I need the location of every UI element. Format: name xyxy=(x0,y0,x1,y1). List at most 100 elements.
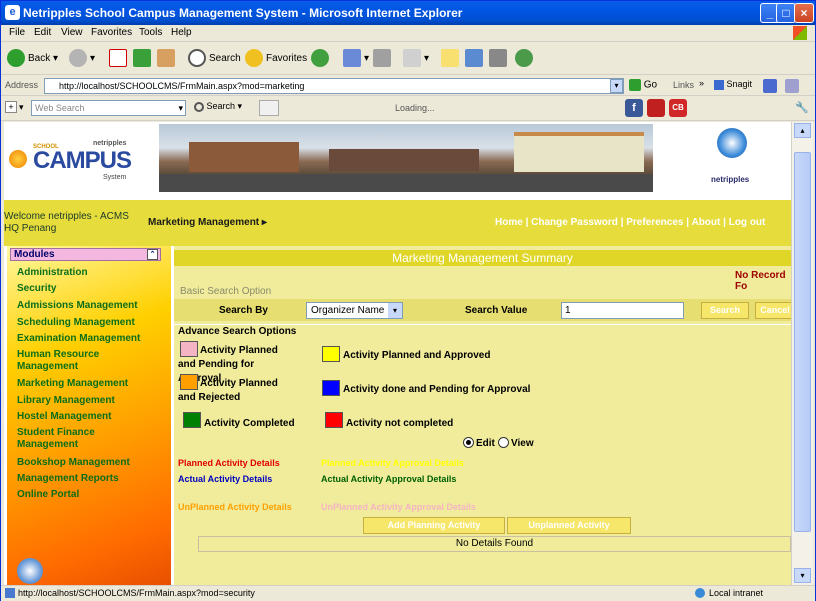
unplanned-activity-button[interactable]: Unplanned Activity xyxy=(507,517,631,534)
sidebar-item-marketing[interactable]: Marketing Management xyxy=(17,378,128,390)
collapse-icon[interactable]: ⌃ xyxy=(147,249,158,260)
sidebar-item-library[interactable]: Library Management xyxy=(17,395,115,407)
edit-button[interactable]: ▾ xyxy=(403,49,429,69)
research-button[interactable] xyxy=(465,49,486,69)
search-button[interactable]: Search xyxy=(701,302,749,319)
search-button[interactable]: Search xyxy=(188,49,241,69)
chevron-right-icon[interactable]: » xyxy=(699,78,704,88)
campus-logo: SCHOOL netripples CAMPUS System xyxy=(7,140,147,184)
facebook-icon[interactable]: f xyxy=(625,99,643,117)
actual-details-link[interactable]: Actual Activity Details xyxy=(178,474,272,484)
nav-logout[interactable]: Log out xyxy=(729,217,766,228)
address-dropdown-button[interactable]: ▾ xyxy=(610,79,623,93)
current-module: Marketing Management ▸ xyxy=(148,217,267,228)
home-button[interactable] xyxy=(157,49,178,69)
scroll-up-icon[interactable]: ▴ xyxy=(794,123,811,138)
add-planning-activity-button[interactable]: Add Planning Activity xyxy=(363,517,505,534)
web-search-button[interactable]: Search ▾ xyxy=(194,101,242,112)
sidebar-item-bookshop[interactable]: Bookshop Management xyxy=(17,457,130,469)
no-details-row: No Details Found xyxy=(198,536,791,552)
sidebar-item-admissions[interactable]: Admissions Management xyxy=(17,300,138,312)
address-bar: Address http://localhost/SCHOOLCMS/FrmMa… xyxy=(1,76,815,96)
legend-yellow-swatch xyxy=(322,346,340,362)
history-button[interactable] xyxy=(311,49,332,69)
edit-radio[interactable] xyxy=(463,437,474,448)
highlight-icon[interactable] xyxy=(259,100,279,116)
go-button[interactable]: Go xyxy=(629,79,657,91)
search-value-input[interactable]: 1 xyxy=(561,302,684,319)
capture-icon[interactable] xyxy=(763,79,777,93)
address-input[interactable]: http://localhost/SCHOOLCMS/FrmMain.aspx?… xyxy=(44,78,624,94)
modules-sidebar: Modules ⌃ Administration Security Admissi… xyxy=(7,246,171,585)
links-label[interactable]: Links xyxy=(673,80,694,90)
toolbar-dropdown-icon[interactable]: ▾ xyxy=(19,102,24,113)
nav-home[interactable]: Home xyxy=(495,217,523,228)
actual-approval-link[interactable]: Actual Activity Approval Details xyxy=(321,474,456,484)
sidebar-item-reports[interactable]: Management Reports xyxy=(17,473,119,485)
menu-tools[interactable]: Tools xyxy=(139,27,162,38)
people-button[interactable] xyxy=(515,49,536,69)
legend-green-swatch xyxy=(183,412,201,428)
window-title: Netripples School Campus Management Syst… xyxy=(23,6,463,20)
sidebar-item-human-resource[interactable]: Human Resource Management xyxy=(17,349,127,373)
stop-button[interactable] xyxy=(109,49,130,69)
forward-arrow-icon xyxy=(69,49,87,68)
planned-details-link[interactable]: Planned Activity Details xyxy=(178,458,280,468)
globe-icon xyxy=(717,128,747,158)
forward-button[interactable]: ▾ xyxy=(69,49,95,69)
people-icon xyxy=(515,49,533,68)
sidebar-item-examination[interactable]: Examination Management xyxy=(17,333,140,345)
messenger-button[interactable] xyxy=(489,49,510,69)
expand-icon[interactable]: + xyxy=(5,101,17,113)
loading-text: Loading... xyxy=(395,103,435,113)
sidebar-item-online-portal[interactable]: Online Portal xyxy=(17,489,79,501)
close-button[interactable]: × xyxy=(794,3,814,23)
web-search-input[interactable]: Web Search ▾ xyxy=(31,100,186,116)
legend-done-pending: Activity done and Pending for Approval xyxy=(343,384,531,395)
nav-change-password[interactable]: Change Password xyxy=(531,217,618,228)
print-button[interactable] xyxy=(373,49,394,69)
address-label: Address xyxy=(5,80,39,90)
sidebar-item-scheduling[interactable]: Scheduling Management xyxy=(17,317,135,329)
research-icon xyxy=(465,49,483,68)
menu-help[interactable]: Help xyxy=(171,27,192,38)
cb-icon[interactable]: CB xyxy=(669,99,687,117)
site-header: SCHOOL netripples CAMPUS System netrippl… xyxy=(4,122,791,200)
menu-file[interactable]: File xyxy=(9,27,25,38)
legend-completed: Activity Completed xyxy=(204,418,295,429)
folder-icon xyxy=(441,49,459,68)
wrench-icon[interactable]: 🔧 xyxy=(795,101,809,114)
vertical-scrollbar[interactable]: ▴ ▾ xyxy=(791,122,813,585)
sidebar-item-student-finance[interactable]: Student Finance Management xyxy=(17,427,117,451)
menu-favorites[interactable]: Favorites xyxy=(91,27,132,38)
cancel-button[interactable]: Cancel xyxy=(755,302,791,319)
discuss-button[interactable] xyxy=(441,49,462,69)
refresh-button[interactable] xyxy=(133,49,154,69)
menu-edit[interactable]: Edit xyxy=(34,27,51,38)
unplanned-details-link[interactable]: UnPlanned Activity Details xyxy=(178,502,292,512)
favorites-button[interactable]: Favorites xyxy=(245,49,307,69)
sidebar-item-hostel[interactable]: Hostel Management xyxy=(17,411,111,423)
settings-icon[interactable] xyxy=(785,79,799,93)
nav-preferences[interactable]: Preferences xyxy=(626,217,683,228)
play-icon[interactable] xyxy=(647,99,665,117)
sidebar-item-security[interactable]: Security xyxy=(17,283,56,295)
back-button[interactable]: Back ▾ xyxy=(7,49,58,69)
view-radio[interactable] xyxy=(498,437,509,448)
snagit-button[interactable]: Snagit xyxy=(714,79,752,90)
tools-icon xyxy=(489,49,507,68)
intranet-icon xyxy=(695,588,705,598)
menu-view[interactable]: View xyxy=(61,27,83,38)
nav-about[interactable]: About xyxy=(691,217,720,228)
ie-logo-icon: e xyxy=(5,5,20,20)
maximize-button[interactable]: □ xyxy=(776,3,796,23)
history-icon xyxy=(311,49,329,68)
mail-button[interactable]: ▾ xyxy=(343,49,369,69)
scrollbar-thumb[interactable] xyxy=(794,152,811,532)
unplanned-approval-link[interactable]: UnPlanned Activity Approval Details xyxy=(321,502,476,512)
scroll-down-icon[interactable]: ▾ xyxy=(794,568,811,583)
planned-approval-link[interactable]: Planned Activity Approval Details xyxy=(321,458,464,468)
sidebar-item-administration[interactable]: Administration xyxy=(17,267,88,279)
search-by-select[interactable]: Organizer Name ▾ xyxy=(306,302,403,319)
stop-icon xyxy=(109,49,127,68)
